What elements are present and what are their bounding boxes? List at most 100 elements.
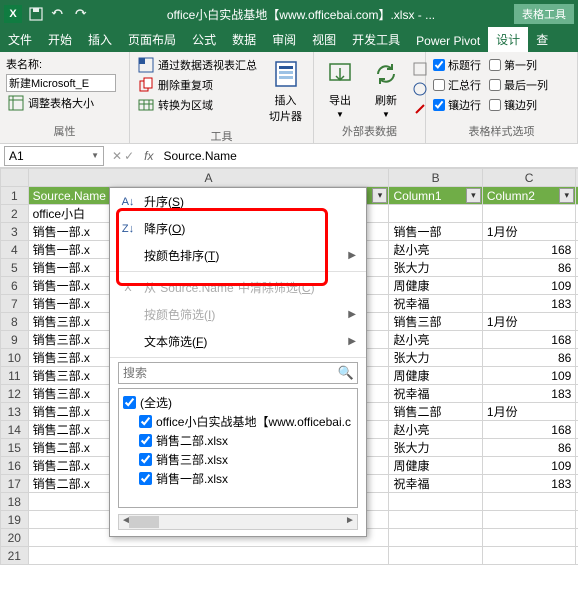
row-header[interactable]: 9 <box>1 331 29 349</box>
sort-asc-item[interactable]: A↓升序(S) <box>110 188 366 215</box>
fx-icon[interactable]: fx <box>138 149 159 163</box>
cell[interactable]: 86 <box>482 349 575 367</box>
header-row-checkbox[interactable]: 标题行 <box>432 56 482 74</box>
row-header[interactable]: 10 <box>1 349 29 367</box>
cell[interactable]: 1月份 <box>482 223 575 241</box>
first-col-checkbox[interactable]: 第一列 <box>488 56 549 74</box>
tab-Power Pivot[interactable]: Power Pivot <box>408 30 488 52</box>
cell[interactable]: 祝幸福 <box>389 385 482 403</box>
sort-by-color-item[interactable]: 按颜色排序(T)▶ <box>110 242 366 269</box>
cell[interactable] <box>482 529 575 547</box>
remove-duplicates-button[interactable]: 删除重复项 <box>136 76 259 94</box>
resize-table-button[interactable]: 调整表格大小 <box>6 94 123 112</box>
tab-开发工具[interactable]: 开发工具 <box>344 27 408 52</box>
cell[interactable]: 1月份 <box>482 403 575 421</box>
select-all-corner[interactable] <box>1 169 29 187</box>
scroll-thumb[interactable] <box>129 516 159 528</box>
cell[interactable]: 销售三部 <box>389 313 482 331</box>
undo-icon[interactable] <box>50 6 66 22</box>
total-row-checkbox[interactable]: 汇总行 <box>432 76 482 94</box>
cell[interactable] <box>389 547 482 565</box>
row-header[interactable]: 2 <box>1 205 29 223</box>
last-col-checkbox[interactable]: 最后一列 <box>488 76 549 94</box>
banded-rows-checkbox[interactable]: 镶边行 <box>432 96 482 114</box>
filter-value-item[interactable]: office小白实战基地【www.officebai.c <box>123 412 353 431</box>
cell[interactable]: 168 <box>482 421 575 439</box>
cell[interactable]: 86 <box>482 259 575 277</box>
name-box[interactable]: A1▼ <box>4 146 104 166</box>
cell[interactable]: 109 <box>482 277 575 295</box>
cell[interactable]: 86 <box>482 439 575 457</box>
tab-查[interactable]: 查 <box>528 27 556 52</box>
row-header[interactable]: 7 <box>1 295 29 313</box>
save-icon[interactable] <box>28 6 44 22</box>
table-header-cell[interactable]: Column1▾ <box>389 187 482 205</box>
tab-文件[interactable]: 文件 <box>0 27 40 52</box>
cell[interactable] <box>482 547 575 565</box>
tab-设计[interactable]: 设计 <box>488 27 528 52</box>
tab-插入[interactable]: 插入 <box>80 27 120 52</box>
cell[interactable]: 张大力 <box>389 439 482 457</box>
search-icon[interactable]: 🔍 <box>338 365 354 381</box>
filter-dropdown-button[interactable]: ▾ <box>372 188 387 203</box>
cell[interactable] <box>389 205 482 223</box>
cell[interactable] <box>389 493 482 511</box>
sort-desc-item[interactable]: Z↓降序(O) <box>110 215 366 242</box>
cell[interactable] <box>389 529 482 547</box>
cell[interactable]: 周健康 <box>389 457 482 475</box>
cell[interactable]: 赵小亮 <box>389 331 482 349</box>
row-header[interactable]: 4 <box>1 241 29 259</box>
cell[interactable]: 销售一部 <box>389 223 482 241</box>
row-header[interactable]: 16 <box>1 457 29 475</box>
filter-value-item[interactable]: 销售二部.xlsx <box>123 431 353 450</box>
filter-dropdown-button[interactable]: ▾ <box>559 188 574 203</box>
cell[interactable] <box>28 547 389 565</box>
filter-select-all[interactable]: (全选) <box>123 393 353 412</box>
cell[interactable]: 周健康 <box>389 367 482 385</box>
col-header-C[interactable]: C <box>482 169 575 187</box>
row-header[interactable]: 15 <box>1 439 29 457</box>
cancel-icon[interactable]: ✕ <box>112 149 122 163</box>
chevron-down-icon[interactable]: ▼ <box>91 151 99 160</box>
table-name-input[interactable] <box>6 74 116 92</box>
cell[interactable]: 1月份 <box>482 313 575 331</box>
row-header[interactable]: 3 <box>1 223 29 241</box>
filter-scrollbar-horizontal[interactable]: ◄ ► <box>118 514 358 530</box>
row-header[interactable]: 6 <box>1 277 29 295</box>
row-header[interactable]: 20 <box>1 529 29 547</box>
row-header[interactable]: 21 <box>1 547 29 565</box>
cell[interactable]: 183 <box>482 385 575 403</box>
refresh-button[interactable]: 刷新▼ <box>366 56 406 121</box>
tab-公式[interactable]: 公式 <box>184 27 224 52</box>
summarize-pivot-button[interactable]: 通过数据透视表汇总 <box>136 56 259 74</box>
cell[interactable]: 赵小亮 <box>389 241 482 259</box>
filter-search-input[interactable] <box>118 362 358 384</box>
insert-slicer-button[interactable]: 插入 切片器 <box>265 56 306 126</box>
filter-value-list[interactable]: (全选) office小白实战基地【www.officebai.c销售二部.xl… <box>118 388 358 508</box>
table-header-cell[interactable]: Column2▾ <box>482 187 575 205</box>
row-header[interactable]: 18 <box>1 493 29 511</box>
tab-数据[interactable]: 数据 <box>224 27 264 52</box>
row-header[interactable]: 19 <box>1 511 29 529</box>
cell[interactable]: 183 <box>482 475 575 493</box>
tab-开始[interactable]: 开始 <box>40 27 80 52</box>
cell[interactable]: 168 <box>482 331 575 349</box>
row-header[interactable]: 8 <box>1 313 29 331</box>
cell[interactable] <box>389 511 482 529</box>
row-header[interactable]: 5 <box>1 259 29 277</box>
cell[interactable]: 张大力 <box>389 349 482 367</box>
tab-视图[interactable]: 视图 <box>304 27 344 52</box>
redo-icon[interactable] <box>72 6 88 22</box>
cell[interactable]: 109 <box>482 457 575 475</box>
cell[interactable]: 周健康 <box>389 277 482 295</box>
tab-页面布局[interactable]: 页面布局 <box>120 27 184 52</box>
cell[interactable]: 祝幸福 <box>389 475 482 493</box>
col-header-A[interactable]: A <box>28 169 389 187</box>
cell[interactable]: 168 <box>482 241 575 259</box>
row-header[interactable]: 13 <box>1 403 29 421</box>
cell[interactable]: 109 <box>482 367 575 385</box>
text-filter-item[interactable]: 文本筛选(F)▶ <box>110 328 366 355</box>
confirm-icon[interactable]: ✓ <box>124 149 134 163</box>
cell[interactable]: 赵小亮 <box>389 421 482 439</box>
formula-input[interactable] <box>159 149 578 163</box>
